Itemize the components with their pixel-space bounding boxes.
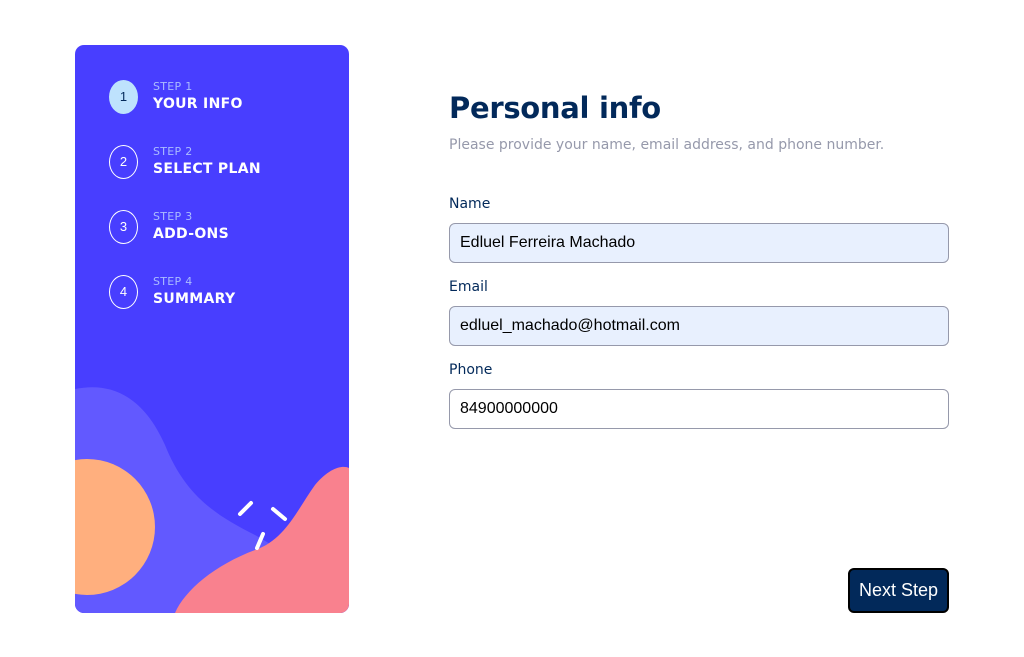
main-content: Personal info Please provide your name, …	[449, 88, 949, 429]
name-input[interactable]	[449, 223, 949, 263]
multi-step-form-page: 1 STEP 1 YOUR INFO 2 STEP 2 SELECT PLAN …	[0, 0, 1024, 657]
phone-field-group: Phone	[449, 360, 949, 429]
step-name: YOUR INFO	[153, 96, 243, 112]
step-text: STEP 3 ADD-ONS	[153, 209, 229, 244]
step-name: SUMMARY	[153, 291, 236, 307]
step-name: SELECT PLAN	[153, 161, 261, 177]
step-number-circle: 1	[109, 80, 138, 114]
step-number-circle: 2	[109, 145, 138, 179]
step-label: STEP 2	[153, 145, 193, 158]
step-text: STEP 2 SELECT PLAN	[153, 144, 261, 179]
name-label: Name	[449, 196, 491, 212]
email-label: Email	[449, 279, 488, 295]
phone-label: Phone	[449, 362, 493, 378]
email-input[interactable]	[449, 306, 949, 346]
step-number-circle: 3	[109, 210, 138, 244]
spark-line	[271, 507, 287, 521]
phone-input[interactable]	[449, 389, 949, 429]
next-step-button[interactable]: Next Step	[848, 568, 949, 613]
email-field-group: Email	[449, 277, 949, 346]
sidebar: 1 STEP 1 YOUR INFO 2 STEP 2 SELECT PLAN …	[75, 45, 349, 613]
spark-line	[238, 501, 253, 516]
step-text: STEP 4 SUMMARY	[153, 274, 235, 309]
page-title: Personal info	[449, 91, 661, 125]
step-label: STEP 4	[153, 275, 193, 288]
name-field-group: Name	[449, 194, 949, 263]
page-subtitle: Please provide your name, email address,…	[449, 137, 885, 153]
step-text: STEP 1 YOUR INFO	[153, 79, 243, 114]
step-number-circle: 4	[109, 275, 138, 309]
sidebar-illustration	[75, 387, 349, 613]
step-label: STEP 1	[153, 80, 193, 93]
step-label: STEP 3	[153, 210, 193, 223]
step-name: ADD-ONS	[153, 226, 229, 242]
